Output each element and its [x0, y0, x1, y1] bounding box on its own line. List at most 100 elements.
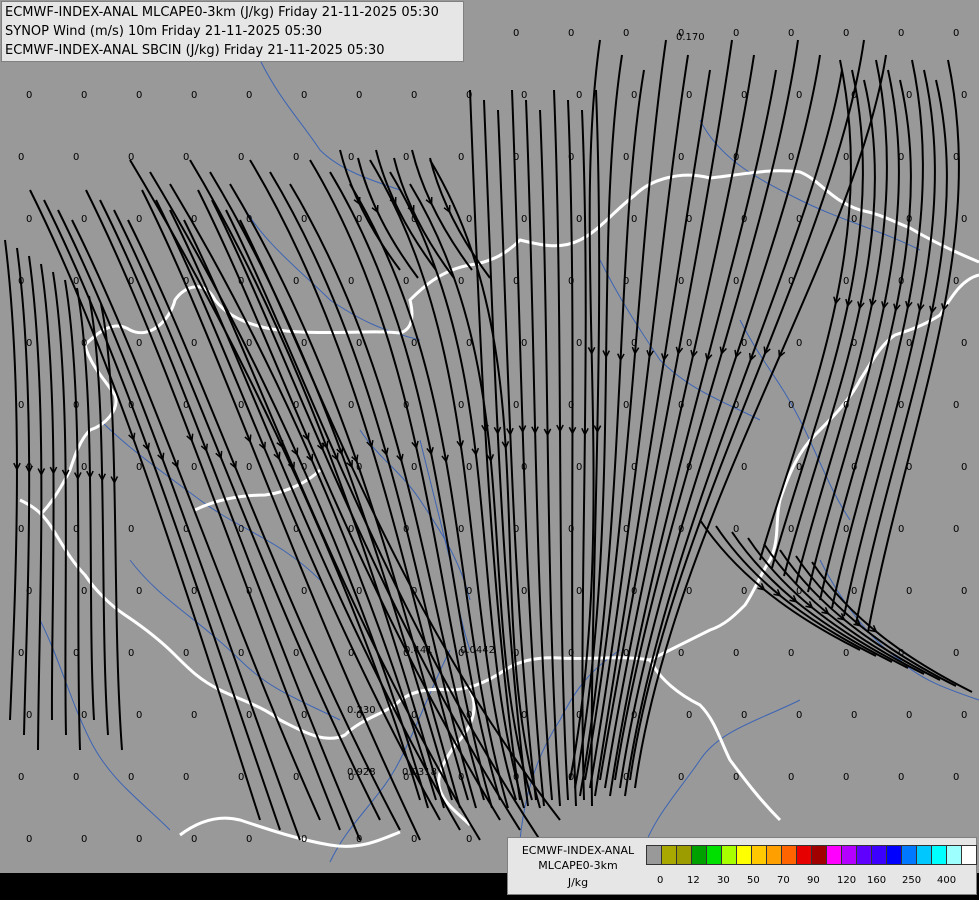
sbcin-value-label: 0: [898, 152, 904, 163]
sbcin-value-label: 0: [26, 710, 32, 721]
sbcin-value-label: 0: [843, 276, 849, 287]
legend-swatch: [781, 845, 797, 865]
sbcin-value-label: 0: [293, 152, 299, 163]
sbcin-value-label: 0: [513, 152, 519, 163]
sbcin-value-label: 0: [183, 648, 189, 659]
sbcin-value-label: 0: [568, 772, 574, 783]
sbcin-value-label: 0: [796, 214, 802, 225]
sbcin-value-label: 0: [348, 276, 354, 287]
sbcin-value-label: 0: [348, 648, 354, 659]
sbcin-value-label: 0: [953, 152, 959, 163]
sbcin-value-label: 0: [293, 524, 299, 535]
sbcin-value-label-nonzero: 0.0318: [402, 767, 437, 778]
sbcin-value-label: 0: [788, 276, 794, 287]
sbcin-value-label: 0: [733, 772, 739, 783]
legend-tick-label: 0: [657, 875, 664, 886]
sbcin-value-label: 0: [348, 524, 354, 535]
sbcin-value-label: 0: [73, 524, 79, 535]
sbcin-value-label: 0: [246, 710, 252, 721]
legend-tick-label: 50: [747, 875, 760, 886]
sbcin-value-label: 0: [73, 772, 79, 783]
sbcin-value-label: 0: [788, 400, 794, 411]
sbcin-value-label: 0: [183, 276, 189, 287]
sbcin-value-label: 0: [246, 834, 252, 845]
sbcin-value-label: 0: [458, 152, 464, 163]
sbcin-value-label: 0: [521, 214, 527, 225]
sbcin-value-label: 0: [128, 524, 134, 535]
sbcin-value-label: 0: [466, 834, 472, 845]
sbcin-value-label: 0: [411, 338, 417, 349]
legend-swatch: [886, 845, 902, 865]
sbcin-value-label: 0: [898, 28, 904, 39]
sbcin-value-label: 0: [851, 214, 857, 225]
legend-swatch: [871, 845, 887, 865]
sbcin-value-label: 0: [513, 28, 519, 39]
legend-tick-label: 12: [687, 875, 700, 886]
sbcin-value-label: 0: [631, 710, 637, 721]
sbcin-value-label: 0: [238, 276, 244, 287]
sbcin-value-label: 0: [466, 338, 472, 349]
sbcin-value-label: 0: [348, 152, 354, 163]
sbcin-value-label: 0: [293, 400, 299, 411]
sbcin-value-label: 0: [843, 524, 849, 535]
sbcin-value-label: 0: [686, 462, 692, 473]
sbcin-value-label: 0: [81, 462, 87, 473]
sbcin-value-label: 0: [521, 710, 527, 721]
sbcin-value-label: 0: [851, 586, 857, 597]
sbcin-value-label: 0: [898, 400, 904, 411]
sbcin-value-label: 0: [843, 152, 849, 163]
map-background: [0, 0, 979, 873]
sbcin-value-label: 0: [733, 524, 739, 535]
legend-swatch: [856, 845, 872, 865]
legend-swatch: [946, 845, 962, 865]
sbcin-value-label: 0: [521, 90, 527, 101]
sbcin-value-label: 0: [568, 648, 574, 659]
sbcin-value-label: 0: [843, 400, 849, 411]
sbcin-value-label-nonzero: 0.0442: [460, 645, 495, 656]
sbcin-value-label: 0: [961, 710, 967, 721]
sbcin-value-label: 0: [678, 648, 684, 659]
sbcin-value-label: 0: [246, 214, 252, 225]
sbcin-value-label: 0: [851, 90, 857, 101]
sbcin-value-label: 0: [576, 710, 582, 721]
sbcin-value-label: 0: [466, 586, 472, 597]
sbcin-value-label: 0: [686, 214, 692, 225]
map-viewer: 0 0 0 0 0 0 0 0 0 0 0 0 0 0 0 0 0 0 0 0 0 0 0 0 0 0 0 0 0 0 0 0 0 0 0 0 0 0 0 0…: [0, 0, 979, 900]
sbcin-value-label: 0: [73, 276, 79, 287]
sbcin-value-label: 0: [238, 400, 244, 411]
sbcin-value-label: 0: [576, 214, 582, 225]
sbcin-value-label: 0: [568, 152, 574, 163]
legend-swatch: [766, 845, 782, 865]
sbcin-value-label: 0: [73, 152, 79, 163]
sbcin-value-label: 0: [686, 338, 692, 349]
sbcin-value-label: 0: [796, 90, 802, 101]
sbcin-value-label: 0: [906, 586, 912, 597]
sbcin-value-label: 0: [796, 338, 802, 349]
sbcin-value-label-nonzero: 0.230: [347, 705, 376, 716]
sbcin-value-label: 0: [733, 400, 739, 411]
sbcin-value-label: 0: [686, 586, 692, 597]
map-canvas: 0 0 0 0 0 0 0 0 0 0 0 0 0 0 0 0 0 0 0 0 0 0 0 0 0 0 0 0 0 0 0 0 0 0 0 0 0 0 0 0…: [0, 0, 979, 900]
sbcin-value-label: 0: [301, 586, 307, 597]
sbcin-value-label: 0: [26, 586, 32, 597]
sbcin-value-label: 0: [128, 400, 134, 411]
sbcin-value-label: 0: [81, 90, 87, 101]
sbcin-value-label: 0: [183, 400, 189, 411]
sbcin-value-label: 0: [136, 462, 142, 473]
legend-swatch: [811, 845, 827, 865]
sbcin-value-label: 0: [356, 834, 362, 845]
sbcin-value-label: 0: [466, 214, 472, 225]
sbcin-value-label: 0: [953, 524, 959, 535]
sbcin-value-label: 0: [953, 772, 959, 783]
sbcin-value-label: 0: [81, 338, 87, 349]
sbcin-value-label-nonzero: 0.441: [404, 645, 433, 656]
sbcin-value-label: 0: [898, 772, 904, 783]
sbcin-value-label: 0: [81, 710, 87, 721]
sbcin-value-label: 0: [623, 400, 629, 411]
legend-swatch: [961, 845, 977, 865]
sbcin-value-label: 0: [403, 524, 409, 535]
sbcin-value-label: 0: [843, 28, 849, 39]
sbcin-value-label: 0: [136, 90, 142, 101]
sbcin-value-label: 0: [301, 214, 307, 225]
sbcin-value-label: 0: [741, 90, 747, 101]
